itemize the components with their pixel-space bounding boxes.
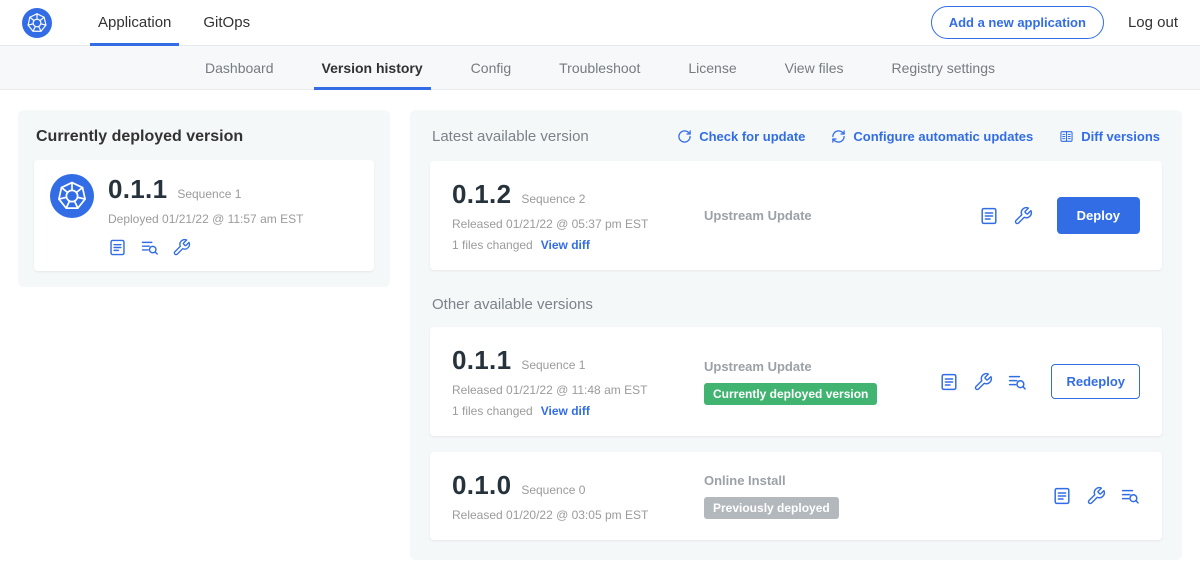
- version-number: 0.1.1: [452, 345, 511, 376]
- main-content: Currently deployed version 0.1.1 Sequenc…: [0, 90, 1200, 580]
- files-changed-row: 1 files changed View diff: [452, 238, 704, 252]
- version-row-011: 0.1.1 Sequence 1 Released 01/21/22 @ 11:…: [430, 327, 1162, 436]
- topbar: Application GitOps Add a new application…: [0, 0, 1200, 46]
- version-row-010: 0.1.0 Sequence 0 Released 01/20/22 @ 03:…: [430, 452, 1162, 540]
- deployed-timestamp: Deployed 01/21/22 @ 11:57 am EST: [108, 212, 303, 226]
- check-for-update-label: Check for update: [699, 129, 805, 144]
- version-info: 0.1.0 Sequence 0 Released 01/20/22 @ 03:…: [452, 470, 704, 522]
- version-source: Upstream Update: [704, 208, 979, 223]
- view-files-icon[interactable]: [140, 238, 159, 257]
- sequence-label: Sequence 0: [521, 483, 585, 497]
- released-timestamp: Released 01/21/22 @ 11:48 am EST: [452, 383, 704, 397]
- release-notes-icon[interactable]: [939, 372, 959, 392]
- edit-config-icon[interactable]: [1013, 206, 1033, 226]
- version-row-latest: 0.1.2 Sequence 2 Released 01/21/22 @ 05:…: [430, 161, 1162, 270]
- deployed-version-row: 0.1.1 Sequence 1 Deployed 01/21/22 @ 11:…: [50, 174, 358, 257]
- deployed-sequence-label: Sequence 1: [177, 187, 241, 201]
- redeploy-button[interactable]: Redeploy: [1051, 364, 1140, 399]
- diff-versions-icon: [1059, 129, 1074, 144]
- auto-update-icon: [831, 129, 846, 144]
- latest-available-title: Latest available version: [432, 128, 589, 145]
- version-actions: Deploy: [979, 197, 1140, 234]
- version-actions: Redeploy: [939, 364, 1140, 399]
- release-notes-icon[interactable]: [108, 238, 127, 257]
- currently-deployed-badge: Currently deployed version: [704, 383, 877, 405]
- refresh-icon: [677, 129, 692, 144]
- version-line: 0.1.2 Sequence 2: [452, 179, 704, 210]
- configure-automatic-updates-link[interactable]: Configure automatic updates: [831, 129, 1033, 144]
- edit-config-icon[interactable]: [973, 372, 993, 392]
- check-for-update-link[interactable]: Check for update: [677, 129, 805, 144]
- currently-deployed-panel: Currently deployed version 0.1.1 Sequenc…: [18, 110, 390, 287]
- kubernetes-logo-icon[interactable]: [22, 8, 52, 38]
- tab-application[interactable]: Application: [82, 0, 187, 45]
- edit-config-icon[interactable]: [1086, 486, 1106, 506]
- files-changed-row: 1 files changed View diff: [452, 404, 704, 418]
- files-changed-label: 1 files changed: [452, 238, 533, 252]
- topbar-nav: Application GitOps: [82, 0, 266, 45]
- app-icon: [50, 174, 94, 218]
- topbar-actions: Add a new application Log out: [931, 6, 1178, 39]
- source-label: Upstream Update: [704, 359, 939, 374]
- version-line: 0.1.0 Sequence 0: [452, 470, 704, 501]
- previously-deployed-badge: Previously deployed: [704, 497, 839, 519]
- source-label: Online Install: [704, 473, 1052, 488]
- configure-automatic-updates-label: Configure automatic updates: [853, 129, 1033, 144]
- release-notes-icon[interactable]: [979, 206, 999, 226]
- tab-dashboard[interactable]: Dashboard: [181, 46, 298, 89]
- view-diff-link[interactable]: View diff: [541, 238, 590, 252]
- other-versions-title: Other available versions: [432, 296, 1160, 313]
- header-actions: Check for update Configure automatic upd…: [677, 129, 1160, 144]
- view-diff-link[interactable]: View diff: [541, 404, 590, 418]
- deployed-actions: [108, 238, 303, 257]
- tab-version-history[interactable]: Version history: [298, 46, 447, 89]
- released-timestamp: Released 01/20/22 @ 03:05 pm EST: [452, 508, 704, 522]
- tab-registry-settings[interactable]: Registry settings: [868, 46, 1019, 89]
- currently-deployed-title: Currently deployed version: [36, 128, 374, 146]
- view-files-icon[interactable]: [1007, 372, 1027, 392]
- released-timestamp: Released 01/21/22 @ 05:37 pm EST: [452, 217, 704, 231]
- edit-config-icon[interactable]: [172, 238, 191, 257]
- tab-troubleshoot[interactable]: Troubleshoot: [535, 46, 664, 89]
- view-files-icon[interactable]: [1120, 486, 1140, 506]
- source-label: Upstream Update: [704, 208, 979, 223]
- tab-view-files[interactable]: View files: [761, 46, 868, 89]
- deployed-version-card: 0.1.1 Sequence 1 Deployed 01/21/22 @ 11:…: [34, 160, 374, 271]
- release-notes-icon[interactable]: [1052, 486, 1072, 506]
- version-line: 0.1.1 Sequence 1: [452, 345, 704, 376]
- tab-gitops[interactable]: GitOps: [187, 0, 266, 45]
- app-subnav: Dashboard Version history Config Trouble…: [0, 46, 1200, 90]
- tab-license[interactable]: License: [664, 46, 760, 89]
- sequence-label: Sequence 1: [521, 358, 585, 372]
- diff-versions-label: Diff versions: [1081, 129, 1160, 144]
- files-changed-label: 1 files changed: [452, 404, 533, 418]
- version-history-panel: Latest available version Check for updat…: [410, 110, 1182, 560]
- tab-config[interactable]: Config: [447, 46, 535, 89]
- version-number: 0.1.2: [452, 179, 511, 210]
- deployed-version-info: 0.1.1 Sequence 1 Deployed 01/21/22 @ 11:…: [108, 174, 303, 257]
- logout-link[interactable]: Log out: [1128, 14, 1178, 31]
- version-source: Upstream Update Currently deployed versi…: [704, 359, 939, 405]
- version-actions: [1052, 486, 1140, 506]
- diff-versions-link[interactable]: Diff versions: [1059, 129, 1160, 144]
- deployed-version-line: 0.1.1 Sequence 1: [108, 174, 303, 205]
- version-source: Online Install Previously deployed: [704, 473, 1052, 519]
- deploy-button[interactable]: Deploy: [1057, 197, 1140, 234]
- version-info: 0.1.2 Sequence 2 Released 01/21/22 @ 05:…: [452, 179, 704, 252]
- add-application-button[interactable]: Add a new application: [931, 6, 1104, 39]
- latest-available-header: Latest available version Check for updat…: [432, 128, 1160, 145]
- version-number: 0.1.0: [452, 470, 511, 501]
- deployed-version-number: 0.1.1: [108, 174, 167, 205]
- version-info: 0.1.1 Sequence 1 Released 01/21/22 @ 11:…: [452, 345, 704, 418]
- sequence-label: Sequence 2: [521, 192, 585, 206]
